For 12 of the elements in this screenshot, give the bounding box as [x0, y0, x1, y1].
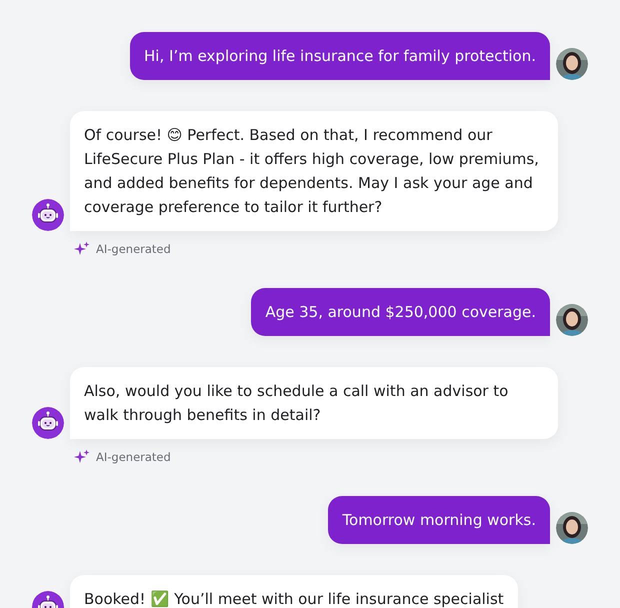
bot-message: Also, would you like to schedule a call with an advisor to walk through benefits in detail? — [70, 367, 558, 439]
bot-message: Booked! ✅ You’ll meet with our life insurance specialist — [70, 575, 518, 608]
robot-avatar-icon — [32, 407, 64, 439]
user-message: Hi, I’m exploring life insurance for family protection. — [130, 32, 550, 80]
user-message: Age 35, around $250,000 coverage. — [251, 288, 550, 336]
user-message: Tomorrow morning works. — [328, 496, 550, 544]
robot-avatar-icon — [32, 199, 64, 231]
sparkle-icon — [74, 241, 90, 257]
ai-generated-label: AI-generated — [96, 242, 171, 256]
sparkle-icon — [74, 449, 90, 465]
bot-message: Of course! 😊 Perfect. Based on that, I recommend our LifeSecure Plus Plan - it offers high coverage, low premiums, and added benefits for dependents. May I ask your age and coverage preference to tailor it further? — [70, 111, 558, 231]
ai-generated-label: AI-generated — [96, 450, 171, 464]
